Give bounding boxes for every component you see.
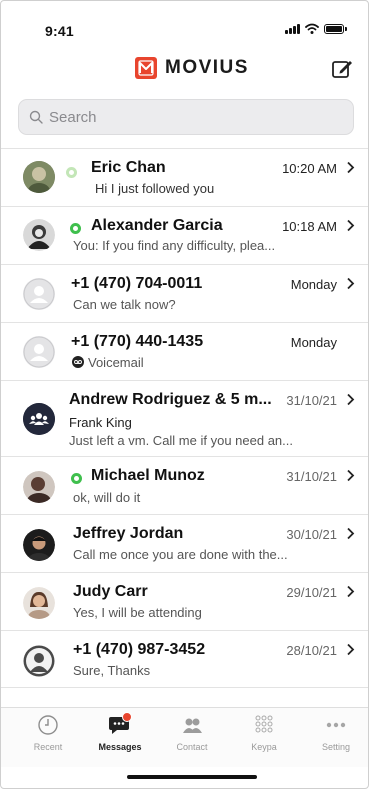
brand: MOVIUS (135, 57, 249, 79)
movius-logo-icon (135, 57, 157, 79)
contact-name: Eric Chan (91, 159, 166, 176)
avatar (23, 645, 55, 677)
message-time: Monday (290, 277, 337, 292)
message-preview: Hi I just followed you (95, 181, 215, 196)
search-placeholder: Search (49, 108, 97, 126)
conversation-row[interactable]: Michael Munoz ok, will do it 31/10/21 (1, 456, 368, 514)
chevron-right-icon (347, 219, 355, 232)
contact-name: +1 (770) 440-1435 (71, 333, 204, 350)
brand-name: MOVIUS (165, 57, 249, 78)
message-preview: Yes, I will be attending (73, 605, 202, 620)
tab-label: Recent (33, 742, 63, 752)
avatar (23, 471, 55, 503)
message-time: 29/10/21 (286, 585, 337, 600)
message-preview: Voicemail (88, 355, 144, 370)
home-indicator[interactable] (127, 775, 257, 779)
message-preview: ok, will do it (73, 490, 141, 505)
avatar (23, 529, 55, 561)
message-preview: Sure, Thanks (73, 663, 151, 678)
message-preview: Just left a vm. Call me if you need an..… (69, 433, 293, 448)
status-time: 9:41 (45, 23, 74, 39)
conversation-row[interactable]: +1 (470) 704-0011 Can we talk now? Monda… (1, 264, 368, 322)
tab-recent[interactable]: Recent (18, 714, 78, 752)
voicemail-icon (72, 356, 84, 368)
more-icon (326, 722, 346, 728)
message-preview: You: If you find any difficulty, plea... (73, 238, 276, 253)
contact-name: Jeffrey Jordan (73, 525, 184, 542)
contact-name: Michael Munoz (91, 467, 205, 484)
conversation-row[interactable]: Judy Carr Yes, I will be attending 29/10… (1, 572, 368, 630)
tab-label: Keypa (251, 742, 277, 752)
message-preview: Can we talk now? (73, 297, 176, 312)
conversation-row[interactable]: Andrew Rodriguez & 5 m... Frank King Jus… (1, 380, 368, 456)
conversation-row[interactable]: +1 (470) 987-3452 Sure, Thanks 28/10/21 (1, 630, 368, 688)
contact-name: Judy Carr (73, 583, 148, 600)
conversation-list: Eric Chan Hi I just followed you 10:20 A… (1, 148, 368, 688)
tab-label: Messages (98, 742, 142, 752)
tab-setting[interactable]: Setting (306, 714, 366, 752)
signal-icon (285, 24, 300, 34)
group-avatar (23, 403, 55, 435)
keypad-icon (255, 715, 273, 733)
conversation-row[interactable]: +1 (770) 440-1435 Voicemail Monday (1, 322, 368, 380)
tab-label: Contact (176, 742, 208, 752)
whatsapp-icon (66, 167, 77, 178)
sender-name: Frank King (69, 415, 132, 430)
tab-label: Setting (321, 742, 351, 752)
message-time: 31/10/21 (286, 469, 337, 484)
battery-icon (324, 24, 347, 34)
unread-badge (122, 712, 132, 722)
message-time: 28/10/21 (286, 643, 337, 658)
avatar (23, 587, 55, 619)
message-time: Monday (290, 335, 337, 350)
wifi-icon (305, 23, 319, 34)
app-screen: 9:41 MOVIUS Search Eric Chan Hi I just f… (0, 0, 369, 789)
contact-name: +1 (470) 987-3452 (73, 641, 206, 658)
message-time: 10:20 AM (282, 161, 337, 176)
chevron-right-icon (347, 585, 355, 598)
message-preview: Call me once you are done with the... (73, 547, 288, 562)
message-time: 31/10/21 (286, 393, 337, 408)
avatar (23, 336, 55, 368)
message-time: 30/10/21 (286, 527, 337, 542)
contact-name: +1 (470) 704-0011 (71, 275, 203, 292)
group-name: Andrew Rodriguez & 5 m... (69, 391, 272, 408)
system-icons (285, 23, 347, 35)
chevron-right-icon (347, 643, 355, 656)
whatsapp-icon (71, 473, 82, 484)
tab-contact[interactable]: Contact (162, 714, 222, 752)
clock-icon (38, 715, 58, 735)
message-time: 10:18 AM (282, 219, 337, 234)
conversation-row[interactable]: Jeffrey Jordan Call me once you are done… (1, 514, 368, 572)
avatar (23, 161, 55, 193)
app-header: MOVIUS (1, 55, 368, 89)
conversation-row[interactable]: Eric Chan Hi I just followed you 10:20 A… (1, 148, 368, 206)
avatar (23, 219, 55, 251)
chevron-right-icon (347, 277, 355, 290)
status-bar: 9:41 (1, 1, 368, 41)
search-input[interactable]: Search (18, 99, 354, 135)
chevron-right-icon (347, 393, 355, 406)
avatar (23, 278, 55, 310)
chevron-right-icon (347, 527, 355, 540)
search-icon (29, 110, 43, 124)
compose-icon[interactable] (331, 58, 353, 80)
tab-messages[interactable]: Messages (90, 712, 150, 752)
conversation-row[interactable]: Alexander Garcia You: If you find any di… (1, 206, 368, 264)
contact-name: Alexander Garcia (91, 217, 223, 234)
tab-keypad[interactable]: Keypa (234, 714, 294, 752)
whatsapp-icon (70, 223, 81, 234)
chevron-right-icon (347, 469, 355, 482)
tab-bar: Recent Messages Contact Keypa Setting (1, 707, 368, 767)
contacts-icon (183, 718, 202, 733)
chevron-right-icon (347, 161, 355, 174)
